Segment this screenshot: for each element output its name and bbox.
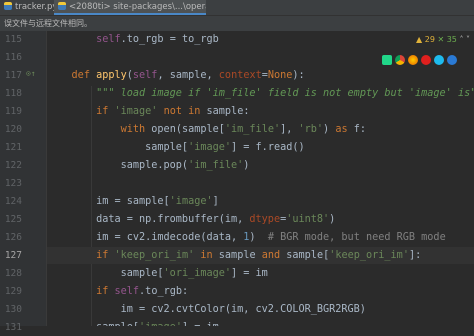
python-file-icon (4, 2, 12, 10)
code-line: sample['image'] = f.read() (47, 142, 305, 153)
line-number: 124 (4, 196, 22, 207)
pycharm-icon[interactable] (382, 55, 392, 65)
edge-icon[interactable] (447, 55, 457, 65)
code-line: if 'image' not in sample: (96, 106, 250, 117)
code-line: sample['ori_image'] = im (47, 268, 268, 279)
override-marker-icon[interactable]: ⊙↑ (26, 69, 36, 78)
line-number: 119 (4, 106, 22, 117)
code-line: """ load image if 'im_file' field is not… (96, 88, 474, 99)
code-line: im = cv2.cvtColor(im, cv2.COLOR_BGR2RGB) (47, 304, 366, 315)
code-editor[interactable]: self.to_rgb = to_rgb def apply(self, sam… (47, 31, 474, 326)
tab-label: tracker.py (15, 2, 56, 12)
line-number: 117 (4, 70, 22, 81)
line-number: 126 (4, 232, 22, 243)
tab-tracker[interactable]: tracker.py (0, 0, 56, 15)
line-number-current: 127 (4, 250, 22, 261)
code-line: sample['image'] = im (47, 319, 474, 326)
weak-warning-count: ✕ 35 (437, 35, 457, 44)
warning-count: ▲ 29 (416, 35, 435, 44)
code-line: im = sample['image'] (47, 196, 219, 207)
browser-preview-bar (382, 55, 457, 69)
code-line: with open(sample['im_file'], 'rb') as f: (120, 124, 367, 135)
code-line: self.to_rgb = to_rgb (96, 34, 219, 45)
line-number: 118 (4, 88, 22, 99)
chevron-down-icon[interactable]: ˅ (466, 35, 470, 44)
line-number: 116 (4, 52, 22, 63)
line-number: 120 (4, 124, 22, 135)
line-number: 121 (4, 142, 22, 153)
line-number: 130 (4, 304, 22, 315)
line-number: 128 (4, 268, 22, 279)
line-number: 125 (4, 214, 22, 225)
python-file-icon (58, 2, 66, 10)
tab-label: <2080ti> site-packages\...\operators.py (69, 2, 206, 12)
tab-bar: tracker.py <2080ti> site-packages\...\op… (0, 0, 474, 16)
code-line-current: if 'keep_ori_im' in sample and sample['k… (47, 247, 474, 264)
line-number: 131 (4, 322, 22, 333)
line-number-gutter: 115 116 117 118 119 120 121 122 123 124 … (0, 31, 47, 333)
line-number: 129 (4, 286, 22, 297)
code-line: im = cv2.imdecode(data, 1) # BGR mode, b… (47, 232, 446, 243)
code-line: def apply(self, sample, context=None): (71, 70, 305, 81)
ie-icon[interactable] (434, 55, 444, 65)
inspection-widget[interactable]: ▲ 29 ✕ 35 ˄ ˅ (416, 35, 470, 44)
chevron-up-icon[interactable]: ˄ (459, 35, 463, 44)
firefox-icon[interactable] (408, 55, 418, 65)
code-line: sample.pop('im_file') (47, 160, 250, 171)
line-number: 122 (4, 160, 22, 171)
notification-bar: 误文件与远程文件相同。 (0, 16, 474, 31)
code-line: data = np.frombuffer(im, dtype='uint8') (47, 214, 336, 225)
tab-operators[interactable]: <2080ti> site-packages\...\operators.py× (54, 0, 206, 15)
line-number: 123 (4, 178, 22, 189)
opera-icon[interactable] (421, 55, 431, 65)
chrome-icon[interactable] (395, 55, 405, 65)
code-line: if self.to_rgb: (96, 286, 189, 297)
line-number: 115 (4, 34, 22, 45)
